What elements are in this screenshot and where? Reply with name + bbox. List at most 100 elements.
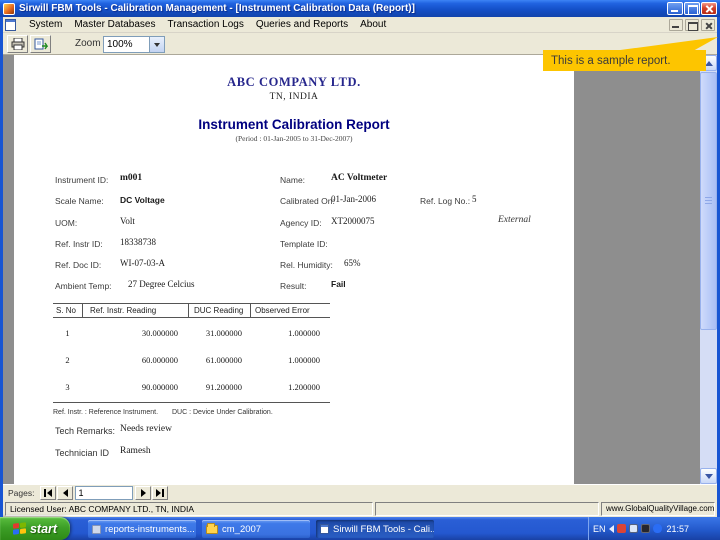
start-label: start <box>29 521 58 536</box>
vertical-scrollbar[interactable] <box>700 55 717 484</box>
previous-page-button[interactable] <box>57 486 74 500</box>
pages-label: Pages: <box>8 488 35 498</box>
field-label: Name: <box>280 175 306 185</box>
window-title: Sirwill FBM Tools - Calibration Manageme… <box>19 3 415 14</box>
taskbar-item-folder[interactable]: cm_2007 <box>202 520 310 538</box>
window-controls <box>667 2 717 15</box>
field-value: WI-07-03-A <box>120 258 165 268</box>
status-spacer <box>375 502 599 516</box>
close-icon[interactable] <box>701 2 717 15</box>
app-window-icon <box>92 524 101 534</box>
callout-text: This is a sample report. <box>551 54 671 67</box>
system-tray: EN 21:57 <box>588 517 720 540</box>
menu-about[interactable]: About <box>354 18 392 31</box>
report-document-icon <box>5 18 16 31</box>
field-label: Instrument ID: <box>55 175 109 185</box>
field-value: 65% <box>344 258 361 268</box>
export-icon <box>34 38 48 50</box>
window-border-left <box>0 17 3 517</box>
table-cell: 60.000000 <box>141 355 178 365</box>
page-number-input[interactable] <box>75 486 134 500</box>
tray-app-icon-red[interactable] <box>616 524 626 533</box>
language-indicator[interactable]: EN <box>593 524 606 534</box>
footnote-ref-instr: Ref. Instr. : Reference Instrument. <box>53 409 159 416</box>
print-button[interactable] <box>7 35 28 53</box>
technician-id-label: Technician ID <box>55 448 110 458</box>
tray-clock: 21:57 <box>666 523 690 534</box>
website-status: www.GlobalQualityVillage.com <box>601 502 715 516</box>
report-page: ABC COMPANY LTD. TN, INDIA Instrument Ca… <box>14 55 574 484</box>
field-label: Result: <box>280 281 307 291</box>
table-cell: 1.200000 <box>288 382 320 392</box>
sample-report-callout: This is a sample report. <box>543 50 706 71</box>
menu-queries-reports[interactable]: Queries and Reports <box>250 18 354 31</box>
ref-log-label: Ref. Log No.: <box>420 196 471 206</box>
callout-tail <box>613 37 718 51</box>
app-document-icon <box>320 524 329 534</box>
technician-id-value: Ramesh <box>120 446 151 456</box>
last-page-button[interactable] <box>152 486 169 500</box>
taskbar-item-reports[interactable]: reports-instruments... <box>88 520 196 538</box>
menu-transaction-logs[interactable]: Transaction Logs <box>162 18 250 31</box>
titlebar: Sirwill FBM Tools - Calibration Manageme… <box>0 0 720 17</box>
bluetooth-icon[interactable] <box>652 524 662 533</box>
report-period: (Period : 01-Jan-2005 to 31-Dec-2007) <box>235 134 353 143</box>
field-value: 18338738 <box>120 237 156 247</box>
page-navigation-bar: Pages: <box>3 484 717 501</box>
field-value: AC Voltmeter <box>331 173 388 183</box>
taskbar-item-sirwill[interactable]: Sirwill FBM Tools - Cali... <box>316 520 434 538</box>
table-header-rule <box>53 317 330 318</box>
zoom-label: Zoom <box>75 38 101 49</box>
chevron-down-icon[interactable] <box>149 37 164 52</box>
ref-log-value: 5 <box>472 194 477 204</box>
report-title: Instrument Calibration Report <box>198 117 390 132</box>
field-value: 27 Degree Celcius <box>128 279 195 289</box>
chevron-left-icon[interactable] <box>608 524 614 533</box>
mdi-restore-icon[interactable] <box>685 19 699 31</box>
zoom-select[interactable]: 100% <box>103 36 165 53</box>
menu-system[interactable]: System <box>23 18 68 31</box>
tech-remarks-label: Tech Remarks: <box>55 426 116 436</box>
next-page-button[interactable] <box>135 486 152 500</box>
table-cell: 3 <box>65 382 70 392</box>
scroll-down-icon[interactable] <box>700 468 717 484</box>
scrollbar-thumb[interactable] <box>700 72 717 330</box>
windows-logo-icon <box>12 521 26 535</box>
field-value: DC Voltage <box>120 195 165 205</box>
footnote-duc: DUC : Device Under Calibration. <box>172 409 273 416</box>
taskbar-item-label: reports-instruments... <box>105 523 195 535</box>
field-label: Agency ID: <box>280 218 322 228</box>
status-bar: Licensed User: ABC COMPANY LTD., TN, IND… <box>3 501 717 517</box>
field-label: Rel. Humidity: <box>280 260 333 270</box>
menu-master-databases[interactable]: Master Databases <box>68 18 161 31</box>
field-label: Calibrated On: <box>280 196 335 206</box>
table-cell: 31.000000 <box>205 328 242 338</box>
tray-app-icon-dark[interactable] <box>640 524 650 533</box>
start-button[interactable]: start <box>0 517 70 540</box>
mdi-close-icon[interactable] <box>701 19 715 31</box>
field-label: UOM: <box>55 218 78 228</box>
field-label: Ref. Instr ID: <box>55 239 103 249</box>
first-page-button[interactable] <box>40 486 57 500</box>
minimize-icon[interactable] <box>667 2 683 15</box>
field-value: 01-Jan-2006 <box>331 194 376 204</box>
table-cell: 1 <box>65 328 70 338</box>
taskbar-item-label: Sirwill FBM Tools - Cali... <box>333 523 434 535</box>
app-icon <box>3 2 15 15</box>
licensed-user-status: Licensed User: ABC COMPANY LTD., TN, IND… <box>5 502 373 516</box>
table-cell: 90.000000 <box>141 382 178 392</box>
mdi-window-controls <box>669 19 715 31</box>
print-icon <box>11 38 24 50</box>
table-cell: 91.200000 <box>205 382 242 392</box>
tray-display-icon[interactable] <box>628 524 638 533</box>
table-cell: 2 <box>65 355 70 365</box>
external-tag: External <box>498 215 531 225</box>
mdi-minimize-icon[interactable] <box>669 19 683 31</box>
maximize-icon[interactable] <box>684 2 700 15</box>
report-location: TN, INDIA <box>269 92 319 102</box>
field-value: Fail <box>331 279 346 289</box>
readings-table: S. No Ref. Instr. Reading DUC Reading Ob… <box>53 303 330 403</box>
table-header: Observed Error <box>255 306 310 315</box>
application-window: Sirwill FBM Tools - Calibration Manageme… <box>0 0 720 517</box>
export-button[interactable] <box>30 35 51 53</box>
